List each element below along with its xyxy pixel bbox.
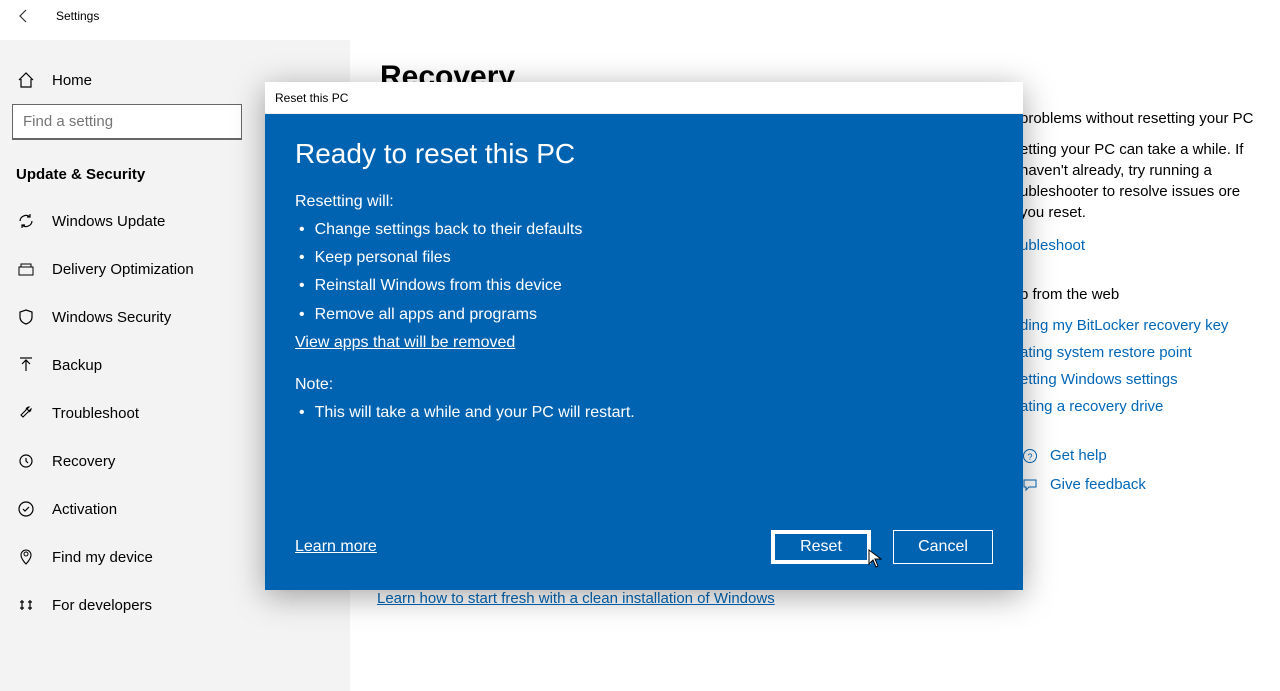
- location-icon: [16, 547, 36, 567]
- sync-icon: [16, 211, 36, 231]
- reset-button[interactable]: Reset: [771, 530, 871, 564]
- reset-bullet: Reinstall Windows from this device: [299, 272, 993, 300]
- sidebar-item-label: For developers: [52, 597, 152, 614]
- sidebar-item-label: Activation: [52, 501, 117, 518]
- reset-bullet: Remove all apps and programs: [299, 301, 993, 329]
- sidebar-item-label: Backup: [52, 357, 102, 374]
- reset-pc-dialog: Reset this PC Ready to reset this PC Res…: [265, 82, 1023, 590]
- sidebar-item-label: Troubleshoot: [52, 405, 139, 422]
- dialog-titlebar: Reset this PC: [265, 82, 1023, 114]
- sidebar-item-label: Find my device: [52, 549, 153, 566]
- web-link[interactable]: etting Windows settings: [1020, 369, 1260, 390]
- check-circle-icon: [16, 499, 36, 519]
- note-bullet: This will take a while and your PC will …: [299, 399, 993, 427]
- note-label: Note:: [295, 371, 993, 399]
- web-link[interactable]: ding my BitLocker recovery key: [1020, 315, 1260, 336]
- sidebar-item-label: Delivery Optimization: [52, 261, 194, 278]
- developers-icon: [16, 595, 36, 615]
- home-icon: [16, 70, 36, 90]
- web-link[interactable]: ating system restore point: [1020, 342, 1260, 363]
- view-apps-link[interactable]: View apps that will be removed: [295, 334, 515, 351]
- backup-icon: [16, 355, 36, 375]
- help-icon: ?: [1020, 446, 1040, 466]
- recovery-icon: [16, 451, 36, 471]
- give-feedback-link[interactable]: Give feedback: [1050, 474, 1146, 495]
- dialog-heading: Ready to reset this PC: [295, 138, 993, 170]
- resetting-label: Resetting will:: [295, 188, 993, 216]
- sidebar-item-label: Windows Security: [52, 309, 171, 326]
- right-column: problems without resetting your PC ettin…: [1020, 108, 1260, 503]
- clean-install-link[interactable]: Learn how to start fresh with a clean in…: [377, 590, 775, 607]
- get-help-link[interactable]: Get help: [1050, 445, 1107, 466]
- feedback-icon: [1020, 475, 1040, 495]
- delivery-icon: [16, 259, 36, 279]
- web-help-heading: p from the web: [1020, 284, 1260, 305]
- learn-more-link[interactable]: Learn more: [295, 538, 377, 556]
- reset-bullet: Keep personal files: [299, 244, 993, 272]
- back-button[interactable]: [0, 0, 48, 32]
- fix-body: etting your PC can take a while. If have…: [1020, 139, 1260, 223]
- sidebar-item-label: Windows Update: [52, 213, 165, 230]
- svg-text:?: ?: [1027, 452, 1032, 462]
- sidebar-item-label: Recovery: [52, 453, 115, 470]
- search-input[interactable]: [12, 104, 242, 140]
- web-link[interactable]: ating a recovery drive: [1020, 396, 1260, 417]
- wrench-icon: [16, 403, 36, 423]
- fix-heading: problems without resetting your PC: [1020, 108, 1260, 129]
- window-title: Settings: [56, 9, 99, 23]
- sidebar-home-label: Home: [52, 72, 92, 89]
- cancel-button[interactable]: Cancel: [893, 530, 993, 564]
- reset-bullet: Change settings back to their defaults: [299, 216, 993, 244]
- shield-icon: [16, 307, 36, 327]
- troubleshoot-link[interactable]: ubleshoot: [1020, 235, 1085, 256]
